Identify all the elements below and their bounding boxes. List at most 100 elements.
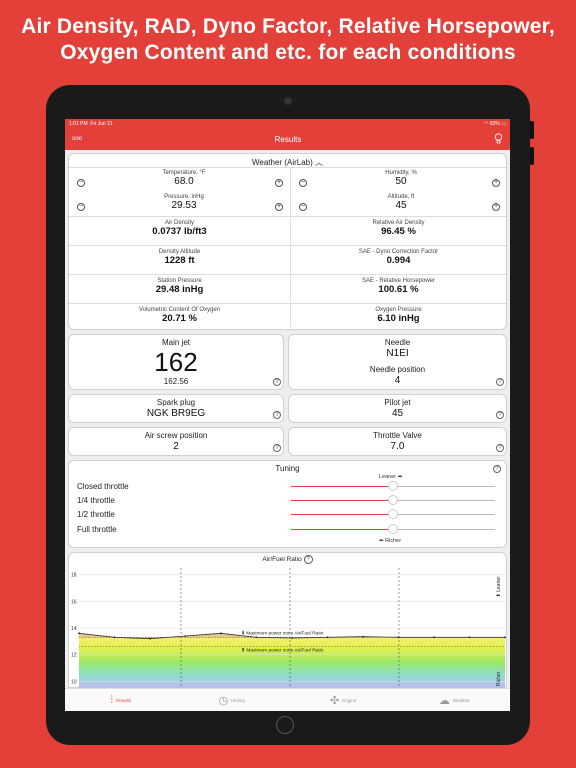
oxygen-content-field: Volumetric Content Of Oxygen 20.71 % [69, 307, 290, 324]
engine-icon: ✣ [330, 695, 340, 707]
volume-button [530, 121, 534, 139]
humidity-minus-button[interactable]: − [299, 179, 307, 187]
air-density-field: Air Density 0.0737 lb/ft3 [69, 220, 290, 237]
max-power-upper-label: ⬇ Maximum power zone Air/Fuel Ratio [241, 630, 324, 636]
help-icon[interactable]: ? [496, 378, 504, 386]
needle-card[interactable]: Needle N1EI Needle position 4 ? [288, 334, 507, 390]
pressure-value: 29.53 [171, 200, 197, 211]
pressure-minus-button[interactable]: − [77, 203, 85, 211]
weather-title: Weather (AirLab) [252, 158, 313, 167]
altitude-value: 45 [395, 200, 407, 211]
dyno-factor-field: SAE - Dyno Correction Factor 0.994 [291, 249, 506, 266]
afr-chart-title: Air/Fuel Ratio ? [69, 555, 506, 564]
afr-point [220, 632, 222, 635]
slider-track-filled [291, 528, 393, 530]
tuning-slider-thumb[interactable] [388, 523, 398, 534]
altitude-plus-button[interactable]: + [492, 203, 500, 211]
afr-chart-title-text: Air/Fuel Ratio [262, 556, 302, 564]
divider [69, 245, 506, 246]
afr-point [149, 637, 151, 640]
y-tick-label: 10 [71, 679, 77, 685]
afr-point [78, 632, 80, 635]
tuning-row-label: 1/4 throttle [77, 496, 115, 506]
help-icon[interactable]: ? [496, 444, 504, 452]
air-screw-card[interactable]: Air screw position 2 ? [68, 427, 284, 456]
rich-zone-band [79, 637, 505, 688]
afr-chart-plot: 18 16 14 12 10 ⬇ Maximum power zone Air/Fuel … [71, 568, 506, 688]
status-time: 1:01 PM [69, 120, 88, 127]
volume-button [530, 147, 534, 165]
air-screw-label: Air screw position [144, 431, 208, 440]
temperature-field: Temperature, °F 68.0 [89, 170, 279, 187]
main-jet-precise-value: 162.56 [163, 377, 189, 386]
home-button[interactable] [276, 716, 294, 734]
tuning-card: Tuning ? Leaner ➡ ⬅ Richer Closed thrott… [68, 460, 507, 548]
richer-axis-label: Richer [496, 671, 502, 686]
afr-chart-card: Air/Fuel Ratio ? 18 16 14 12 10 ⬇ Maximum pow… [68, 552, 507, 688]
oxygen-pressure-field: Oxygen Pressure 6.10 inHg [291, 307, 506, 324]
tab-weather[interactable]: ☁ Weather [399, 689, 510, 711]
tuning-slider-thumb[interactable] [388, 495, 398, 506]
help-icon[interactable]: ? [496, 411, 504, 419]
weather-icon: ☁ [438, 695, 450, 707]
y-tick-label: 14 [71, 626, 77, 632]
tab-engine[interactable]: ✣ Engine [288, 689, 399, 711]
relative-hp-field: SAE - Relative Horsepower 100.61 % [291, 278, 506, 295]
oxygen-pressure-value: 6.10 inHg [377, 313, 420, 324]
pressure-field: Pressure, inHg 29.53 [89, 194, 279, 211]
needle-position-label: Needle position [369, 365, 426, 374]
chevron-up-icon: ︿ [315, 158, 323, 167]
pressure-plus-button[interactable]: + [275, 203, 283, 211]
tab-history[interactable]: ◷ History [176, 689, 287, 711]
tab-label: History [231, 698, 246, 703]
main-jet-value: 162 [154, 347, 198, 377]
temperature-plus-button[interactable]: + [275, 179, 283, 187]
throttle-valve-card[interactable]: Throttle Valve 7.0 ? [288, 427, 507, 456]
help-icon[interactable]: ? [273, 378, 281, 386]
humidity-value: 50 [395, 176, 407, 187]
leaner-label: Leaner ➡ [379, 474, 403, 480]
headline-line-1: Air Density, RAD, Dyno Factor, Relative … [21, 15, 555, 38]
pilot-jet-value: 45 [391, 408, 404, 419]
main-jet-label: Main jet [161, 338, 190, 347]
main-jet-card[interactable]: Main jet 162 162.56 ? [68, 334, 284, 390]
richer-label: ⬅ Richer [379, 538, 402, 544]
menu-button[interactable]: ooo [72, 136, 82, 142]
humidity-plus-button[interactable]: + [492, 179, 500, 187]
results-content: Weather (AirLab) ︿ − Temperature, °F 68.… [65, 150, 510, 688]
slider-track [393, 528, 495, 530]
altitude-field: Altitude, ft 45 [311, 194, 491, 211]
nav-bar: ooo Results [65, 128, 510, 150]
temperature-minus-button[interactable]: − [77, 179, 85, 187]
tuning-title: Tuning [275, 464, 300, 473]
tuning-slider-thumb[interactable] [388, 481, 398, 491]
help-icon[interactable]: ? [303, 555, 313, 564]
slider-track [393, 500, 495, 502]
spark-plug-card[interactable]: Spark plug NGK BR9EG ? [68, 394, 284, 423]
oxygen-content-value: 20.71 % [162, 313, 197, 324]
needle-value: N1EI [386, 348, 409, 359]
spark-plug-label: Spark plug [156, 398, 196, 407]
tuning-slider-thumb[interactable] [388, 509, 398, 520]
results-icon: ⫶ [110, 694, 113, 706]
temperature-value: 68.0 [174, 176, 194, 187]
y-tick-label: 18 [71, 573, 77, 579]
help-icon[interactable]: ? [273, 411, 281, 419]
slider-track [393, 486, 495, 487]
bulb-icon[interactable] [494, 132, 503, 146]
air-density-value: 0.0737 lb/ft3 [152, 226, 207, 237]
slider-track-filled [291, 514, 393, 516]
density-altitude-value: 1228 ft [164, 255, 195, 266]
divider [69, 274, 506, 275]
pilot-jet-card[interactable]: Pilot jet 45 ? [288, 394, 507, 423]
status-battery: 83% [489, 120, 500, 127]
relative-air-density-field: Relative Air Density 96.45 % [291, 220, 506, 237]
tab-results[interactable]: ⫶ Results [65, 689, 176, 711]
relative-air-density-value: 96.45 % [381, 226, 416, 237]
density-altitude-field: Density Altitude 1228 ft [69, 249, 290, 266]
help-icon[interactable]: ? [493, 465, 501, 473]
station-pressure-value: 29.48 inHg [155, 284, 204, 295]
altitude-minus-button[interactable]: − [299, 203, 307, 211]
help-icon[interactable]: ? [273, 444, 281, 452]
throttle-valve-label: Throttle Valve [373, 431, 422, 440]
